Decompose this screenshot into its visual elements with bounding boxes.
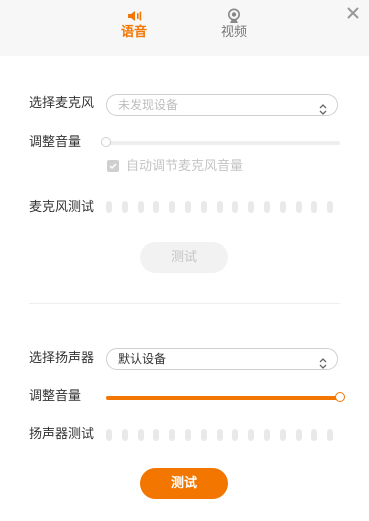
microphone-select-label: 选择麦克风 (29, 96, 95, 111)
speaker-test-button[interactable]: 测试 (140, 468, 228, 499)
tab-video[interactable]: 视频 (204, 8, 264, 41)
meter-segment (185, 201, 191, 213)
meter-segment (232, 429, 238, 441)
speaker-volume-label: 调整音量 (29, 389, 82, 404)
meter-segment (327, 201, 333, 213)
speaker-select[interactable]: 默认设备 (106, 348, 338, 370)
meter-segment (185, 429, 191, 441)
meter-segment (311, 429, 317, 441)
microphone-volume-thumb[interactable] (101, 137, 111, 147)
updown-arrow-icon (319, 100, 327, 115)
updown-arrow-icon (319, 354, 327, 369)
microphone-select-value: 未发现设备 (118, 98, 179, 112)
tab-voice[interactable]: 语音 (104, 8, 164, 41)
meter-segment (232, 201, 238, 213)
meter-segment (296, 201, 302, 213)
tab-video-label: 视频 (220, 25, 247, 40)
speaker-volume-fill (106, 396, 340, 400)
meter-segment (327, 429, 333, 441)
meter-segment (201, 201, 207, 213)
meter-segment (264, 429, 270, 441)
meter-segment (169, 429, 175, 441)
meter-segment (280, 201, 286, 213)
close-icon[interactable] (345, 5, 361, 21)
microphone-test-label: 麦克风测试 (29, 200, 95, 215)
meter-segment (153, 201, 159, 213)
speaker-volume-thumb[interactable] (335, 392, 345, 402)
microphone-volume-slider[interactable] (101, 137, 340, 147)
microphone-select[interactable]: 未发现设备 (106, 94, 338, 116)
tab-header: 语音 视频 (0, 0, 369, 56)
meter-segment (280, 429, 286, 441)
meter-segment (169, 201, 175, 213)
microphone-test-button[interactable]: 测试 (140, 242, 228, 273)
speaker-icon (104, 8, 164, 24)
meter-segment (122, 201, 128, 213)
meter-segment (138, 429, 144, 441)
meter-segment (138, 201, 144, 213)
speaker-select-label: 选择扬声器 (29, 351, 95, 366)
speaker-test-label: 扬声器测试 (29, 427, 95, 442)
meter-segment (217, 201, 223, 213)
microphone-level-meter (106, 201, 342, 213)
meter-segment (248, 201, 254, 213)
meter-segment (106, 201, 112, 213)
speaker-level-meter (106, 429, 342, 441)
meter-segment (296, 429, 302, 441)
meter-segment (264, 201, 270, 213)
meter-segment (106, 429, 112, 441)
speaker-volume-slider[interactable] (106, 392, 345, 402)
auto-adjust-checkbox[interactable] (107, 160, 119, 172)
speaker-select-value: 默认设备 (118, 352, 167, 366)
meter-segment (201, 429, 207, 441)
meter-segment (217, 429, 223, 441)
webcam-icon (204, 8, 264, 24)
microphone-volume-label: 调整音量 (29, 135, 82, 150)
meter-segment (248, 429, 254, 441)
meter-segment (311, 201, 317, 213)
section-divider (29, 303, 340, 304)
meter-segment (153, 429, 159, 441)
tab-voice-label: 语音 (120, 25, 147, 40)
auto-adjust-label: 自动调节麦克风音量 (126, 159, 244, 174)
meter-segment (122, 429, 128, 441)
